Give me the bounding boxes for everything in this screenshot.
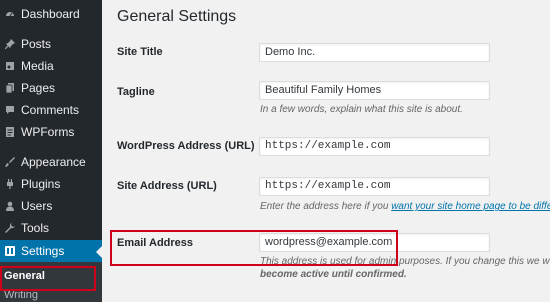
menu-item-plugins[interactable]: Plugins bbox=[0, 173, 102, 195]
menu-label: Plugins bbox=[21, 177, 61, 191]
menu-item-settings[interactable]: Settings bbox=[0, 240, 102, 262]
site-title-input[interactable]: Demo Inc. bbox=[259, 43, 490, 62]
wordpress-address-input[interactable]: https://example.com bbox=[259, 137, 490, 156]
site-address-input[interactable]: https://example.com bbox=[259, 177, 490, 196]
wordpress-address-label: WordPress Address (URL) bbox=[117, 140, 255, 152]
menu-label: Dashboard bbox=[21, 7, 80, 21]
menu-label: WPForms bbox=[21, 125, 75, 139]
menu-item-posts[interactable]: Posts bbox=[0, 33, 102, 55]
menu-item-media[interactable]: Media bbox=[0, 55, 102, 77]
tagline-description: In a few words, explain what this site i… bbox=[260, 104, 463, 115]
admin-sidebar: Dashboard Posts Media Pages Comments WPF… bbox=[0, 0, 102, 302]
forms-icon bbox=[5, 127, 15, 137]
site-address-description: Enter the address here if you want your … bbox=[260, 201, 550, 212]
menu-item-dashboard[interactable]: Dashboard bbox=[0, 3, 102, 25]
email-description-bold: become active until confirmed. bbox=[260, 269, 407, 280]
dashboard-icon bbox=[5, 9, 15, 19]
site-address-desc-text: Enter the address here if you bbox=[260, 201, 392, 212]
plugin-icon bbox=[5, 179, 15, 189]
tagline-input[interactable]: Beautiful Family Homes bbox=[259, 81, 490, 100]
menu-item-users[interactable]: Users bbox=[0, 195, 102, 217]
email-description-line2: become active until confirmed. bbox=[260, 269, 407, 280]
users-icon bbox=[5, 201, 15, 211]
menu-label: Pages bbox=[21, 81, 56, 95]
media-icon bbox=[5, 61, 15, 71]
menu-label: Posts bbox=[21, 37, 52, 51]
menu-label: Tools bbox=[21, 221, 50, 235]
site-title-label: Site Title bbox=[117, 46, 163, 58]
pages-icon bbox=[5, 83, 15, 93]
menu-label: Appearance bbox=[21, 155, 86, 169]
page-title: General Settings bbox=[117, 8, 237, 25]
pushpin-icon bbox=[5, 39, 15, 49]
menu-label: Comments bbox=[21, 103, 80, 117]
settings-icon bbox=[5, 246, 15, 256]
site-address-help-link[interactable]: want your site home page to be diffe bbox=[391, 201, 550, 212]
menu-item-appearance[interactable]: Appearance bbox=[0, 151, 102, 173]
menu-item-comments[interactable]: Comments bbox=[0, 99, 102, 121]
highlight-box-email bbox=[110, 230, 398, 266]
menu-item-tools[interactable]: Tools bbox=[0, 217, 102, 239]
tagline-label: Tagline bbox=[117, 86, 155, 98]
comment-icon bbox=[5, 105, 15, 115]
menu-item-pages[interactable]: Pages bbox=[0, 77, 102, 99]
site-address-label: Site Address (URL) bbox=[117, 180, 217, 192]
paintbrush-icon bbox=[5, 157, 15, 167]
wrench-icon bbox=[5, 223, 15, 233]
menu-item-wpforms[interactable]: WPForms bbox=[0, 121, 102, 143]
menu-label: Media bbox=[21, 59, 54, 73]
menu-label: Users bbox=[21, 199, 53, 213]
highlight-box-general bbox=[0, 266, 96, 291]
menu-label: Settings bbox=[21, 244, 65, 258]
